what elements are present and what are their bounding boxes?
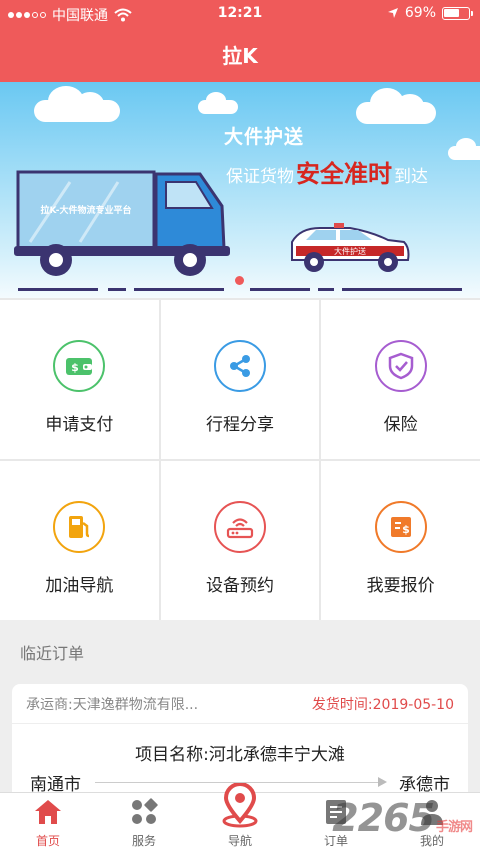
service-label: 申请支付 [45,415,114,435]
service-label: 设备预约 [205,576,274,596]
status-bar: 中国联通 12:21 69% [0,0,480,28]
watermark-main: 2265 [332,796,435,840]
svg-text:$: $ [402,523,410,536]
tab-services[interactable]: 服务 [96,793,192,854]
service-fuel-navigation[interactable]: 加油导航 [0,461,159,620]
services-grid: $ 申请支付 行程分享 保险 加油导航 设备预约 $ 我要报价 [0,298,480,620]
service-trip-share[interactable]: 行程分享 [160,300,320,459]
order-project-name: 项目名称:河北承德丰宁大滩 [135,745,345,765]
watermark-logo: 2265 手游网 [332,796,473,840]
router-icon [213,501,266,553]
quote-icon: $ [374,501,427,553]
service-equipment-booking[interactable]: 设备预约 [160,461,320,620]
tab-label: 导航 [227,834,252,848]
promo-banner[interactable]: 大件护送 保证货物 安全准时 到达 拉K-大件物流专业平台 大件护送 [0,82,480,298]
top-bar: 中国联通 12:21 69% 拉K [0,0,480,82]
battery-percent: 69% [404,5,436,21]
svg-text:$: $ [72,361,80,374]
service-request-quote[interactable]: $ 我要报价 [321,461,480,620]
location-arrow-icon [387,8,398,18]
service-label: 行程分享 [205,415,274,435]
truck-illustration: 拉K-大件物流专业平台 大件护送 [14,170,462,291]
recent-orders-title: 临近订单 [20,644,85,663]
home-icon [35,800,61,824]
truck-text: 拉K-大件物流专业平台 [41,204,132,216]
service-label: 我要报价 [366,576,435,596]
location-pin-icon [222,783,258,828]
wallet-icon: $ [53,340,106,392]
share-icon [213,340,266,392]
service-insurance[interactable]: 保险 [321,300,480,459]
battery-icon [442,6,473,20]
page-title: 拉K [222,44,258,68]
tab-label: 服务 [131,834,156,848]
carousel-indicator[interactable] [235,276,244,285]
fuel-icon [53,501,106,553]
service-apply-payment[interactable]: $ 申请支付 [0,300,159,459]
service-label: 加油导航 [45,576,114,596]
shield-icon [374,340,427,392]
car-text: 大件护送 [334,246,366,256]
order-ship-time: 发货时间:2019-05-10 [311,696,454,713]
services-icon [132,798,158,824]
order-carrier: 承运商:天津逸群物流有限... [26,696,199,713]
tab-home[interactable]: 首页 [0,793,96,854]
service-label: 保险 [383,415,418,435]
tab-navigation[interactable]: 导航 [192,783,288,854]
tab-label: 首页 [35,834,60,848]
watermark-sub: 手游网 [435,820,473,835]
